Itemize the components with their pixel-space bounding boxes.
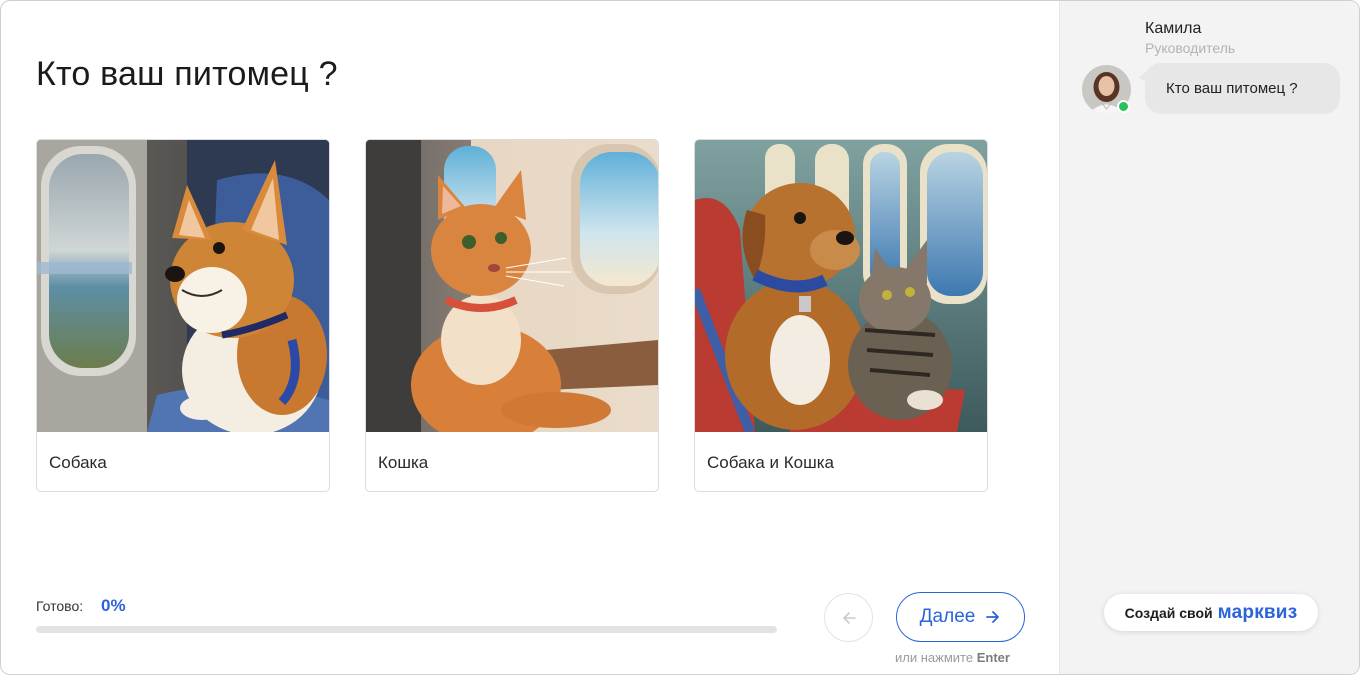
hint-prefix: или нажмите: [895, 650, 974, 665]
option-card-dog[interactable]: Собака: [36, 139, 330, 492]
option-label: Кошка: [378, 453, 429, 472]
chat-bubble: Кто ваш питомец ?: [1139, 63, 1340, 114]
option-label: Собака: [49, 453, 107, 472]
consultant-sidebar: Камила Руководитель Кто ваш питомец ? Со…: [1059, 1, 1359, 674]
hint-key: Enter: [976, 650, 1010, 665]
next-button-label: Далее: [919, 606, 976, 627]
arrow-left-icon: [842, 611, 856, 624]
online-status-dot: [1117, 100, 1130, 113]
avatar: [1082, 65, 1131, 114]
corgi-image: [37, 140, 329, 432]
quiz-window: Кто ваш питомец ? Собака Кошка Собака и …: [0, 0, 1360, 675]
cat-image: [366, 140, 658, 432]
brand-logo: марквиз: [1217, 601, 1298, 623]
create-your-quiz-button[interactable]: Создай свой марквиз: [1104, 594, 1318, 631]
option-card-cat[interactable]: Кошка: [365, 139, 659, 492]
dog-and-cat-image: [695, 140, 987, 432]
agent-name: Камила: [1145, 20, 1202, 37]
quiz-main: Кто ваш питомец ? Собака Кошка Собака и …: [1, 1, 1059, 674]
question-title: Кто ваш питомец ?: [36, 55, 338, 93]
cta-prefix: Создай свой: [1124, 604, 1213, 621]
option-card-dog-and-cat[interactable]: Собака и Кошка: [694, 139, 988, 492]
back-button[interactable]: [824, 593, 873, 642]
agent-role: Руководитель: [1145, 40, 1236, 56]
progress-value: 0%: [101, 596, 126, 615]
arrow-right-icon: [986, 611, 1000, 623]
chat-message: Кто ваш питомец ?: [1166, 80, 1298, 97]
keyboard-hint: или нажмите Enter: [895, 650, 1010, 665]
progress-bar: [36, 626, 777, 633]
progress-label: Готово:: [36, 598, 84, 614]
option-label: Собака и Кошка: [707, 453, 835, 472]
next-button[interactable]: Далее: [896, 592, 1025, 642]
